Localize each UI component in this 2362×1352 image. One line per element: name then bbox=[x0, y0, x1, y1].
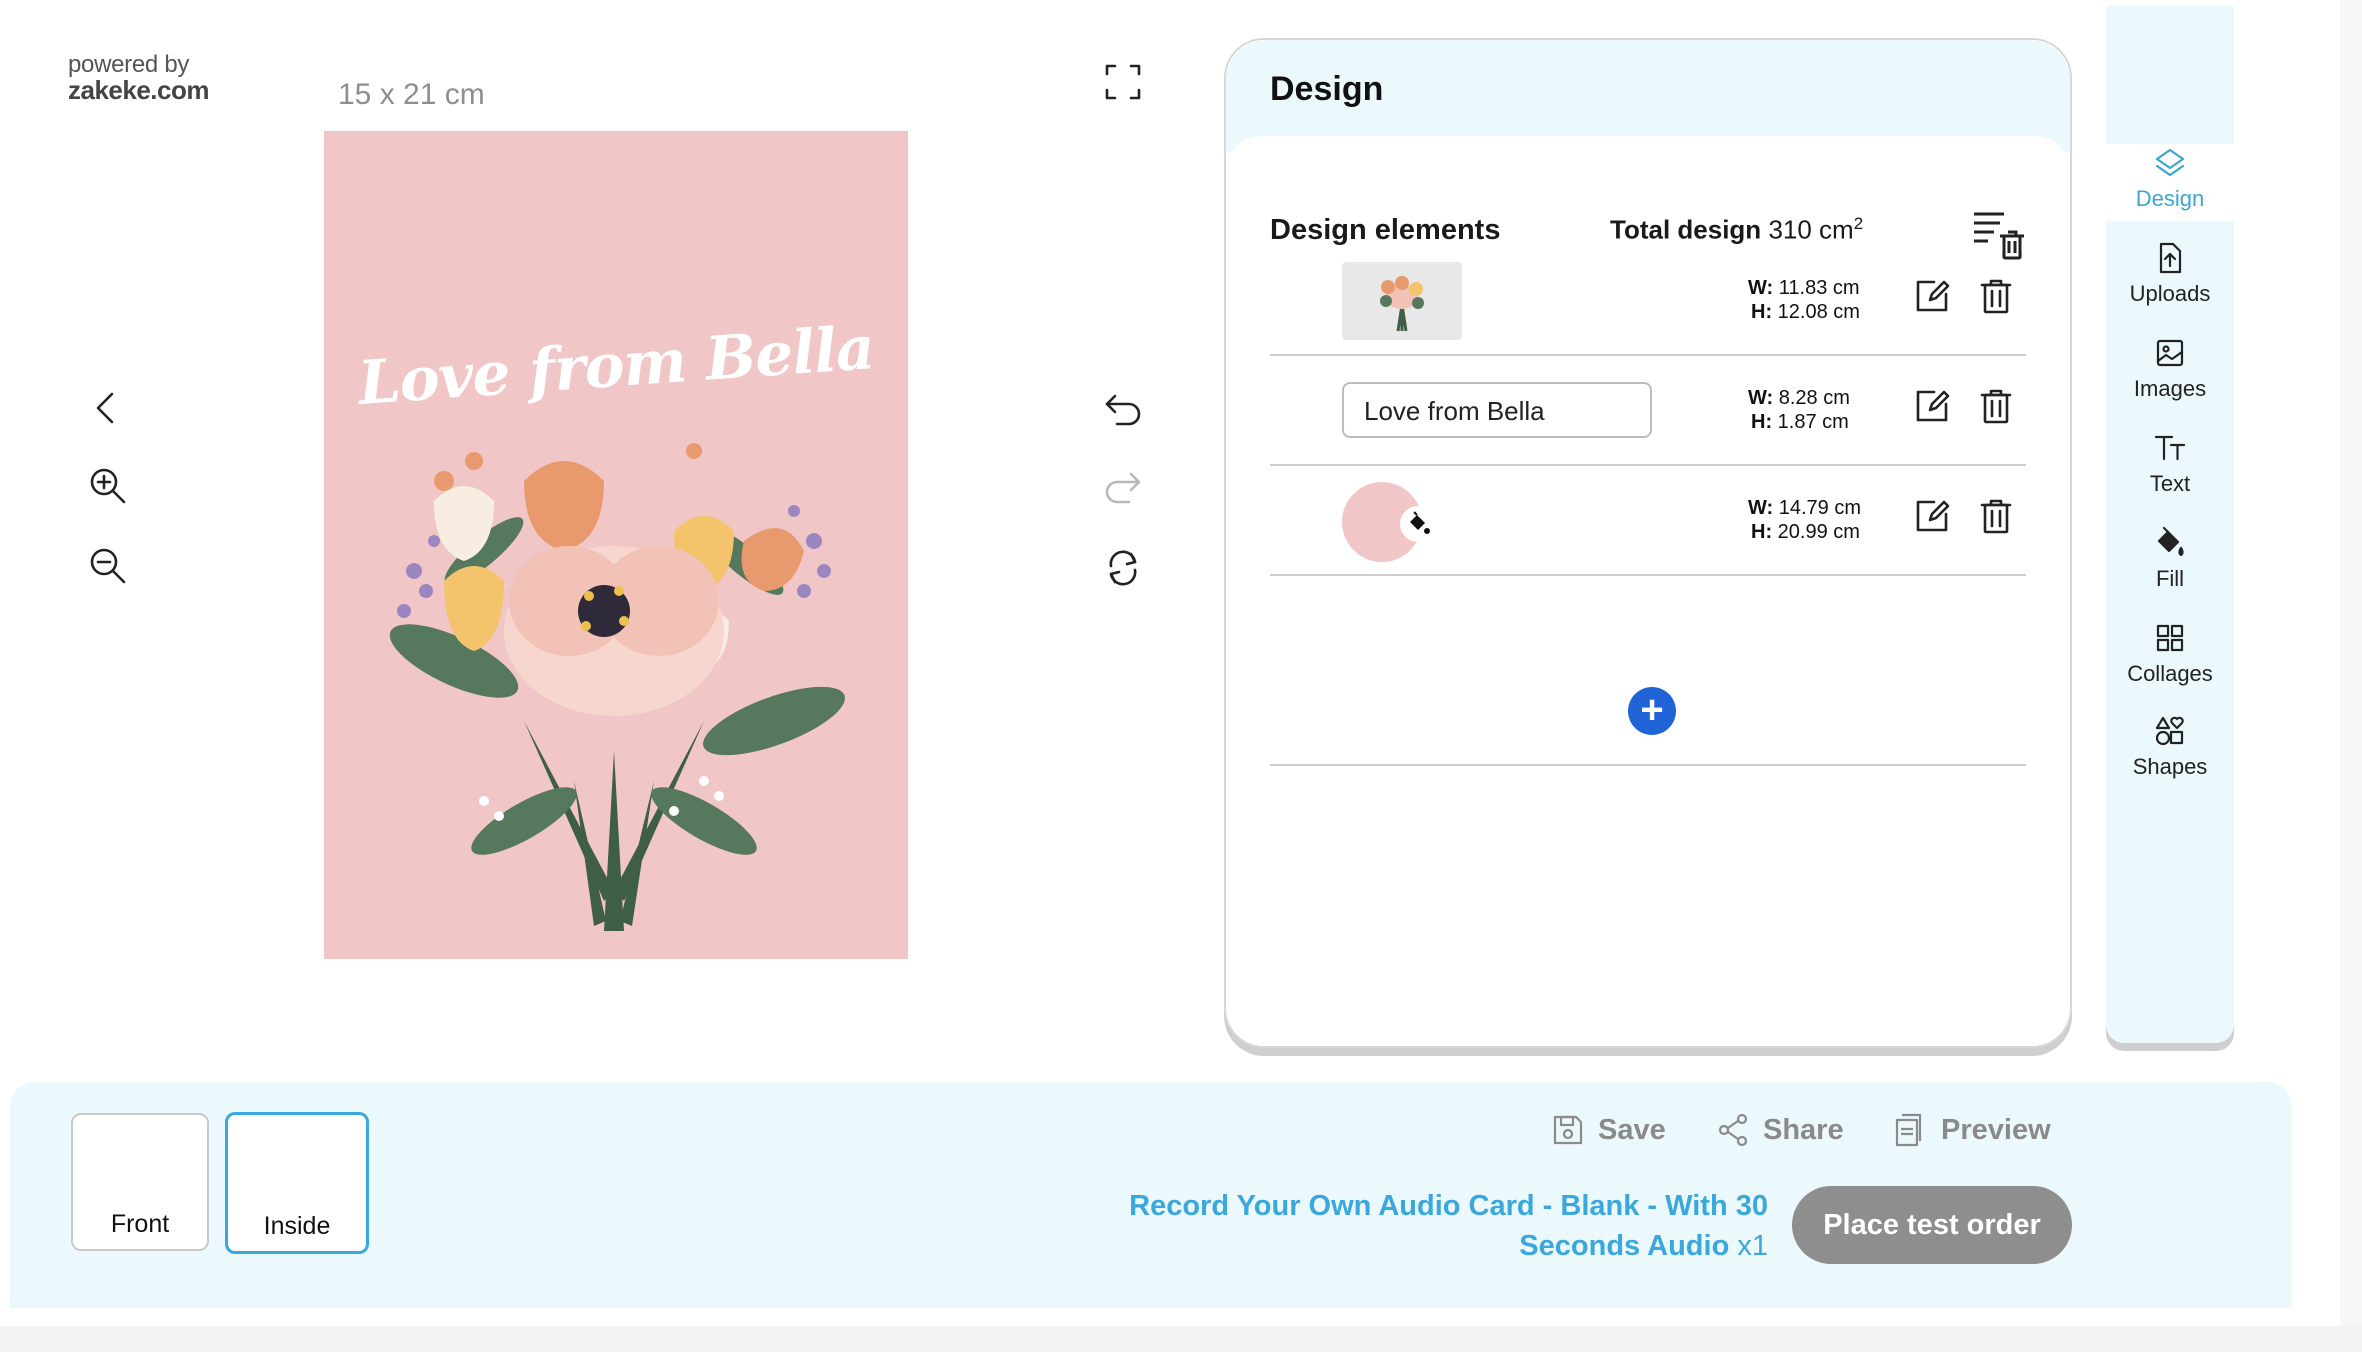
rail-top-block bbox=[2106, 6, 2234, 144]
total-design-value: 310 cm bbox=[1768, 214, 1854, 245]
delete-element-icon[interactable] bbox=[1976, 386, 2020, 430]
element-dimensions: W: 8.28 cm H: 1.87 cm bbox=[1748, 387, 1850, 433]
rail-item-fill[interactable]: Fill bbox=[2106, 526, 2234, 592]
rail-item-images[interactable]: Images bbox=[2106, 336, 2234, 402]
share-icon bbox=[1718, 1113, 1748, 1147]
design-panel-body: Design elements Total design 310 cm2 W: … bbox=[1226, 136, 2070, 1046]
share-button[interactable]: Share bbox=[1715, 1112, 1844, 1148]
edit-element-icon[interactable] bbox=[1912, 276, 1956, 320]
product-name-line1: Record Your Own Audio Card - Blank - Wit… bbox=[1129, 1190, 1768, 1222]
design-element-row[interactable]: W: 14.79 cm H: 20.99 cm bbox=[1270, 466, 2026, 576]
image-icon bbox=[2156, 339, 2184, 367]
save-label: Save bbox=[1598, 1113, 1666, 1146]
rail-item-design[interactable]: Design bbox=[2106, 146, 2234, 212]
rail-item-uploads[interactable]: Uploads bbox=[2106, 241, 2234, 307]
delete-element-icon[interactable] bbox=[1976, 276, 2020, 320]
fullscreen-icon[interactable] bbox=[1095, 54, 1151, 110]
design-element-row[interactable]: W: 11.83 cm H: 12.08 cm bbox=[1270, 246, 2026, 356]
element-dimensions: W: 11.83 cm H: 12.08 cm bbox=[1748, 277, 1860, 323]
product-quantity: x1 bbox=[1737, 1230, 1768, 1262]
brand-domain: zakeke.com bbox=[68, 75, 209, 106]
powered-by-logo: powered by zakeke.com bbox=[68, 52, 209, 104]
powered-by-text: powered by bbox=[68, 51, 190, 78]
element-dimensions: W: 14.79 cm H: 20.99 cm bbox=[1748, 497, 1862, 543]
shapes-icon bbox=[2155, 716, 2184, 746]
rail-item-collages[interactable]: Collages bbox=[2106, 621, 2234, 687]
share-label: Share bbox=[1763, 1113, 1844, 1146]
save-icon bbox=[1553, 1115, 1583, 1145]
side-label-inside: Inside bbox=[263, 1212, 331, 1240]
page-scrollbar[interactable] bbox=[2340, 0, 2362, 1326]
panel-title: Design bbox=[1270, 70, 1384, 108]
side-label-front: Front bbox=[110, 1210, 170, 1238]
fill-icon bbox=[2157, 526, 2184, 557]
product-name-line2: Seconds Audio bbox=[1519, 1230, 1730, 1262]
redo-icon[interactable] bbox=[1095, 458, 1151, 514]
rotate-icon[interactable] bbox=[1095, 540, 1151, 596]
design-elements-title: Design elements bbox=[1270, 214, 1501, 246]
text-element-input[interactable]: Love from Bella bbox=[1342, 382, 1652, 438]
side-thumb-front[interactable]: Front bbox=[71, 1113, 209, 1251]
footer-bar: Front Inside Save Share Preview Record Y… bbox=[10, 1082, 2292, 1308]
pdf-icon bbox=[1895, 1113, 1922, 1147]
card-greeting-text[interactable]: Love from Bella bbox=[324, 311, 908, 422]
total-design-unit-exponent: 2 bbox=[1853, 214, 1864, 233]
add-element-button[interactable]: + bbox=[1628, 687, 1676, 735]
total-design-label: Total design bbox=[1610, 214, 1762, 245]
edit-element-icon[interactable] bbox=[1912, 386, 1956, 430]
bouquet-image[interactable] bbox=[374, 421, 854, 951]
image-element-thumbnail bbox=[1342, 262, 1462, 340]
paint-bucket-icon bbox=[1400, 506, 1436, 542]
preview-label: Preview bbox=[1941, 1113, 2051, 1146]
zoom-in-icon[interactable] bbox=[80, 458, 136, 514]
rail-item-text[interactable]: Text bbox=[2106, 431, 2234, 497]
design-element-row[interactable]: Love from Bella W: 8.28 cm H: 1.87 cm bbox=[1270, 356, 2026, 466]
collage-icon bbox=[2156, 624, 2184, 652]
save-button[interactable]: Save bbox=[1550, 1112, 1666, 1148]
add-element-row: + bbox=[1270, 656, 2026, 766]
zoom-out-icon[interactable] bbox=[80, 538, 136, 594]
canvas-size-label: 15 x 21 cm bbox=[338, 78, 485, 111]
side-thumb-inside[interactable]: Inside bbox=[225, 1112, 369, 1254]
place-test-order-button[interactable]: Place test order bbox=[1792, 1186, 2072, 1264]
design-panel: Design Design elements Total design 310 … bbox=[1224, 38, 2072, 1048]
total-design-area: Total design 310 cm2 bbox=[1610, 214, 1863, 246]
delete-element-icon[interactable] bbox=[1976, 496, 2020, 540]
page-bottom-strip bbox=[0, 1326, 2362, 1352]
undo-icon[interactable] bbox=[1095, 380, 1151, 436]
layers-icon bbox=[2155, 148, 2185, 177]
edit-element-icon[interactable] bbox=[1912, 496, 1956, 540]
rail-item-shapes[interactable]: Shapes bbox=[2106, 714, 2234, 780]
text-icon bbox=[2154, 435, 2186, 461]
chevron-left-icon[interactable] bbox=[78, 380, 134, 436]
tools-rail: Design Uploads Images Text Fill Collages… bbox=[2106, 6, 2234, 1048]
product-summary: Record Your Own Audio Card - Blank - Wit… bbox=[1129, 1186, 1768, 1266]
design-canvas[interactable]: Love from Bella bbox=[324, 131, 908, 959]
upload-icon bbox=[2159, 242, 2182, 274]
preview-button[interactable]: Preview bbox=[1893, 1112, 2051, 1148]
